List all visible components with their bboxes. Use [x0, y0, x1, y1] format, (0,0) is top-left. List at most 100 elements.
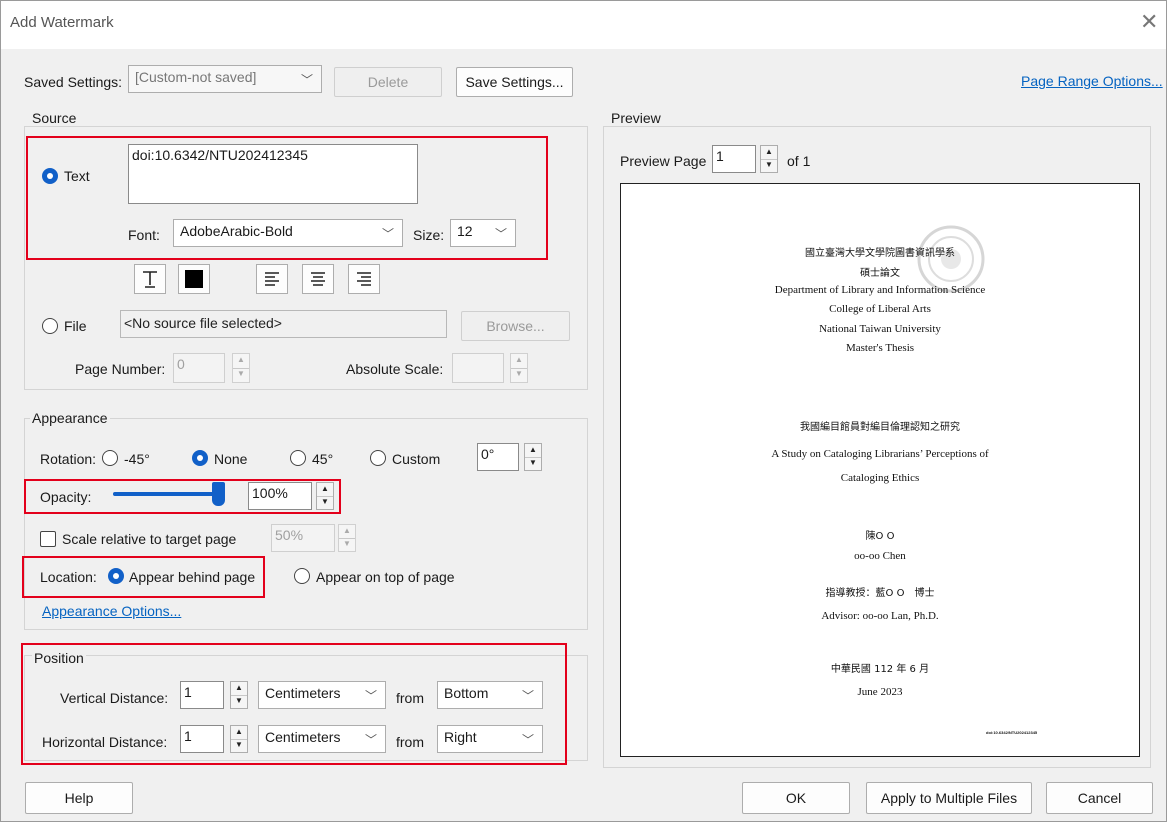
stepper-down-icon: ▼ [343, 539, 351, 548]
ok-button[interactable]: OK [742, 782, 850, 814]
scale-percent-input[interactable]: 50% [271, 524, 335, 552]
save-settings-button[interactable]: Save Settings... [456, 67, 573, 97]
browse-button[interactable]: Browse... [461, 311, 570, 341]
doc-line: oo-oo Chen [854, 550, 906, 562]
appear-on-top-label: Appear on top of page [316, 569, 455, 585]
stepper-up-icon: ▲ [525, 444, 541, 458]
watermark-preview-text: doi:10.6342/NTU202412345 [986, 730, 1038, 735]
stepper-up-icon: ▲ [233, 354, 249, 369]
horizontal-distance-input[interactable]: 1 [180, 725, 224, 753]
vertical-distance-stepper[interactable]: ▲ ▼ [230, 681, 248, 709]
delete-button[interactable]: Delete [334, 67, 442, 97]
page-number-stepper[interactable]: ▲ ▼ [232, 353, 250, 383]
text-format-button[interactable] [134, 264, 166, 294]
rotation-none-label: None [214, 451, 248, 467]
rotation-45-label: 45° [312, 451, 334, 467]
doc-line: 碩士論文 [860, 268, 900, 279]
preview-page-count: of 1 [787, 153, 811, 169]
vertical-from-dropdown[interactable]: Bottom ﹀ [437, 681, 543, 709]
scale-relative-checkbox[interactable] [40, 531, 56, 547]
stepper-up-icon: ▲ [511, 354, 527, 369]
close-icon[interactable]: ✕ [1140, 10, 1158, 34]
stepper-up-icon: ▲ [761, 146, 777, 160]
align-center-button[interactable] [302, 264, 334, 294]
stepper-down-icon: ▼ [515, 369, 523, 378]
appear-behind-radio[interactable] [108, 568, 124, 584]
stepper-up-icon: ▲ [317, 483, 333, 497]
opacity-slider-thumb[interactable] [212, 482, 225, 506]
preview-page-input[interactable]: 1 [712, 145, 756, 173]
font-dropdown[interactable]: AdobeArabic-Bold ﹀ [173, 219, 403, 247]
horizontal-distance-stepper[interactable]: ▲ ▼ [230, 725, 248, 753]
custom-rotation-input[interactable]: 0° [477, 443, 519, 471]
text-format-icon [143, 271, 157, 288]
opacity-slider[interactable] [113, 482, 225, 506]
appear-on-top-radio[interactable] [294, 568, 310, 584]
align-right-button[interactable] [348, 264, 380, 294]
doc-line: 中華民國 112 年 6 月 [830, 664, 930, 675]
doc-line: 我國編目館員對編目倫理認知之研究 [800, 422, 960, 433]
saved-settings-value: [Custom-not saved] [135, 69, 257, 85]
chevron-down-icon: ﹀ [521, 733, 534, 747]
apply-multiple-files-button[interactable]: Apply to Multiple Files [866, 782, 1032, 814]
doc-line: Advisor: oo-oo Lan, Ph.D. [821, 610, 939, 622]
chevron-down-icon: ﹀ [300, 73, 313, 87]
rotation-label: Rotation: [40, 451, 97, 467]
appear-behind-label: Appear behind page [129, 569, 256, 585]
saved-settings-dropdown[interactable]: [Custom-not saved] ﹀ [128, 65, 322, 93]
size-dropdown[interactable]: 12 ﹀ [450, 219, 516, 247]
font-value: AdobeArabic-Bold [180, 223, 293, 239]
doc-line: Department of Library and Information Sc… [774, 284, 986, 296]
opacity-slider-fill [113, 492, 219, 496]
vertical-distance-input[interactable]: 1 [180, 681, 224, 709]
opacity-stepper[interactable]: ▲ ▼ [316, 482, 334, 510]
preview-page-label: Preview Page [620, 153, 707, 169]
text-option-label: Text [64, 168, 90, 184]
file-option-label: File [64, 318, 87, 334]
doc-line: June 2023 [857, 686, 903, 698]
font-label: Font: [128, 227, 160, 243]
appearance-options-link[interactable]: Appearance Options... [42, 603, 181, 619]
color-swatch [185, 270, 203, 288]
preview-page-stepper[interactable]: ▲ ▼ [760, 145, 778, 173]
doc-line: 陳O O [865, 531, 895, 542]
file-radio[interactable] [42, 318, 58, 334]
watermark-text-input[interactable]: doi:10.6342/NTU202412345 [128, 144, 418, 204]
appearance-group-title: Appearance [30, 410, 110, 426]
title-bar [1, 1, 1166, 49]
stepper-up-icon: ▲ [231, 682, 247, 696]
opacity-input[interactable]: 100% [248, 482, 312, 510]
align-left-button[interactable] [256, 264, 288, 294]
dialog-title: Add Watermark [10, 14, 114, 31]
doc-line: A Study on Cataloging Librarians’ Percep… [771, 448, 989, 460]
doc-line: National Taiwan University [819, 323, 941, 335]
rotation-custom-radio[interactable] [370, 450, 386, 466]
absolute-scale-stepper[interactable]: ▲ ▼ [510, 353, 528, 383]
absolute-scale-input[interactable] [452, 353, 504, 383]
rotation-minus45-radio[interactable] [102, 450, 118, 466]
text-radio[interactable] [42, 168, 58, 184]
page-number-label: Page Number: [75, 361, 166, 377]
text-color-button[interactable] [178, 264, 210, 294]
preview-document: 國立臺灣大學文學院圖書資訊學系 碩士論文 Department of Libra… [620, 183, 1140, 757]
horizontal-unit-value: Centimeters [265, 729, 341, 745]
align-left-icon [265, 272, 279, 286]
rotation-45-radio[interactable] [290, 450, 306, 466]
rotation-none-radio[interactable] [192, 450, 208, 466]
page-range-options-link[interactable]: Page Range Options... [1021, 73, 1163, 89]
scale-percent-stepper[interactable]: ▲ ▼ [338, 524, 356, 552]
cancel-button[interactable]: Cancel [1046, 782, 1153, 814]
doc-line: 國立臺灣大學文學院圖書資訊學系 [805, 248, 955, 259]
horizontal-from-label: from [396, 734, 424, 750]
help-button[interactable]: Help [25, 782, 133, 814]
page-number-input[interactable]: 0 [173, 353, 225, 383]
vertical-unit-dropdown[interactable]: Centimeters ﹀ [258, 681, 386, 709]
horizontal-from-dropdown[interactable]: Right ﹀ [437, 725, 543, 753]
saved-settings-label: Saved Settings: [24, 74, 123, 90]
doc-line: College of Liberal Arts [829, 303, 931, 315]
rotation-minus45-label: -45° [124, 451, 150, 467]
horizontal-unit-dropdown[interactable]: Centimeters ﹀ [258, 725, 386, 753]
chevron-down-icon: ﹀ [494, 227, 507, 241]
horizontal-distance-label: Horizontal Distance: [42, 734, 168, 750]
custom-rotation-stepper[interactable]: ▲ ▼ [524, 443, 542, 471]
